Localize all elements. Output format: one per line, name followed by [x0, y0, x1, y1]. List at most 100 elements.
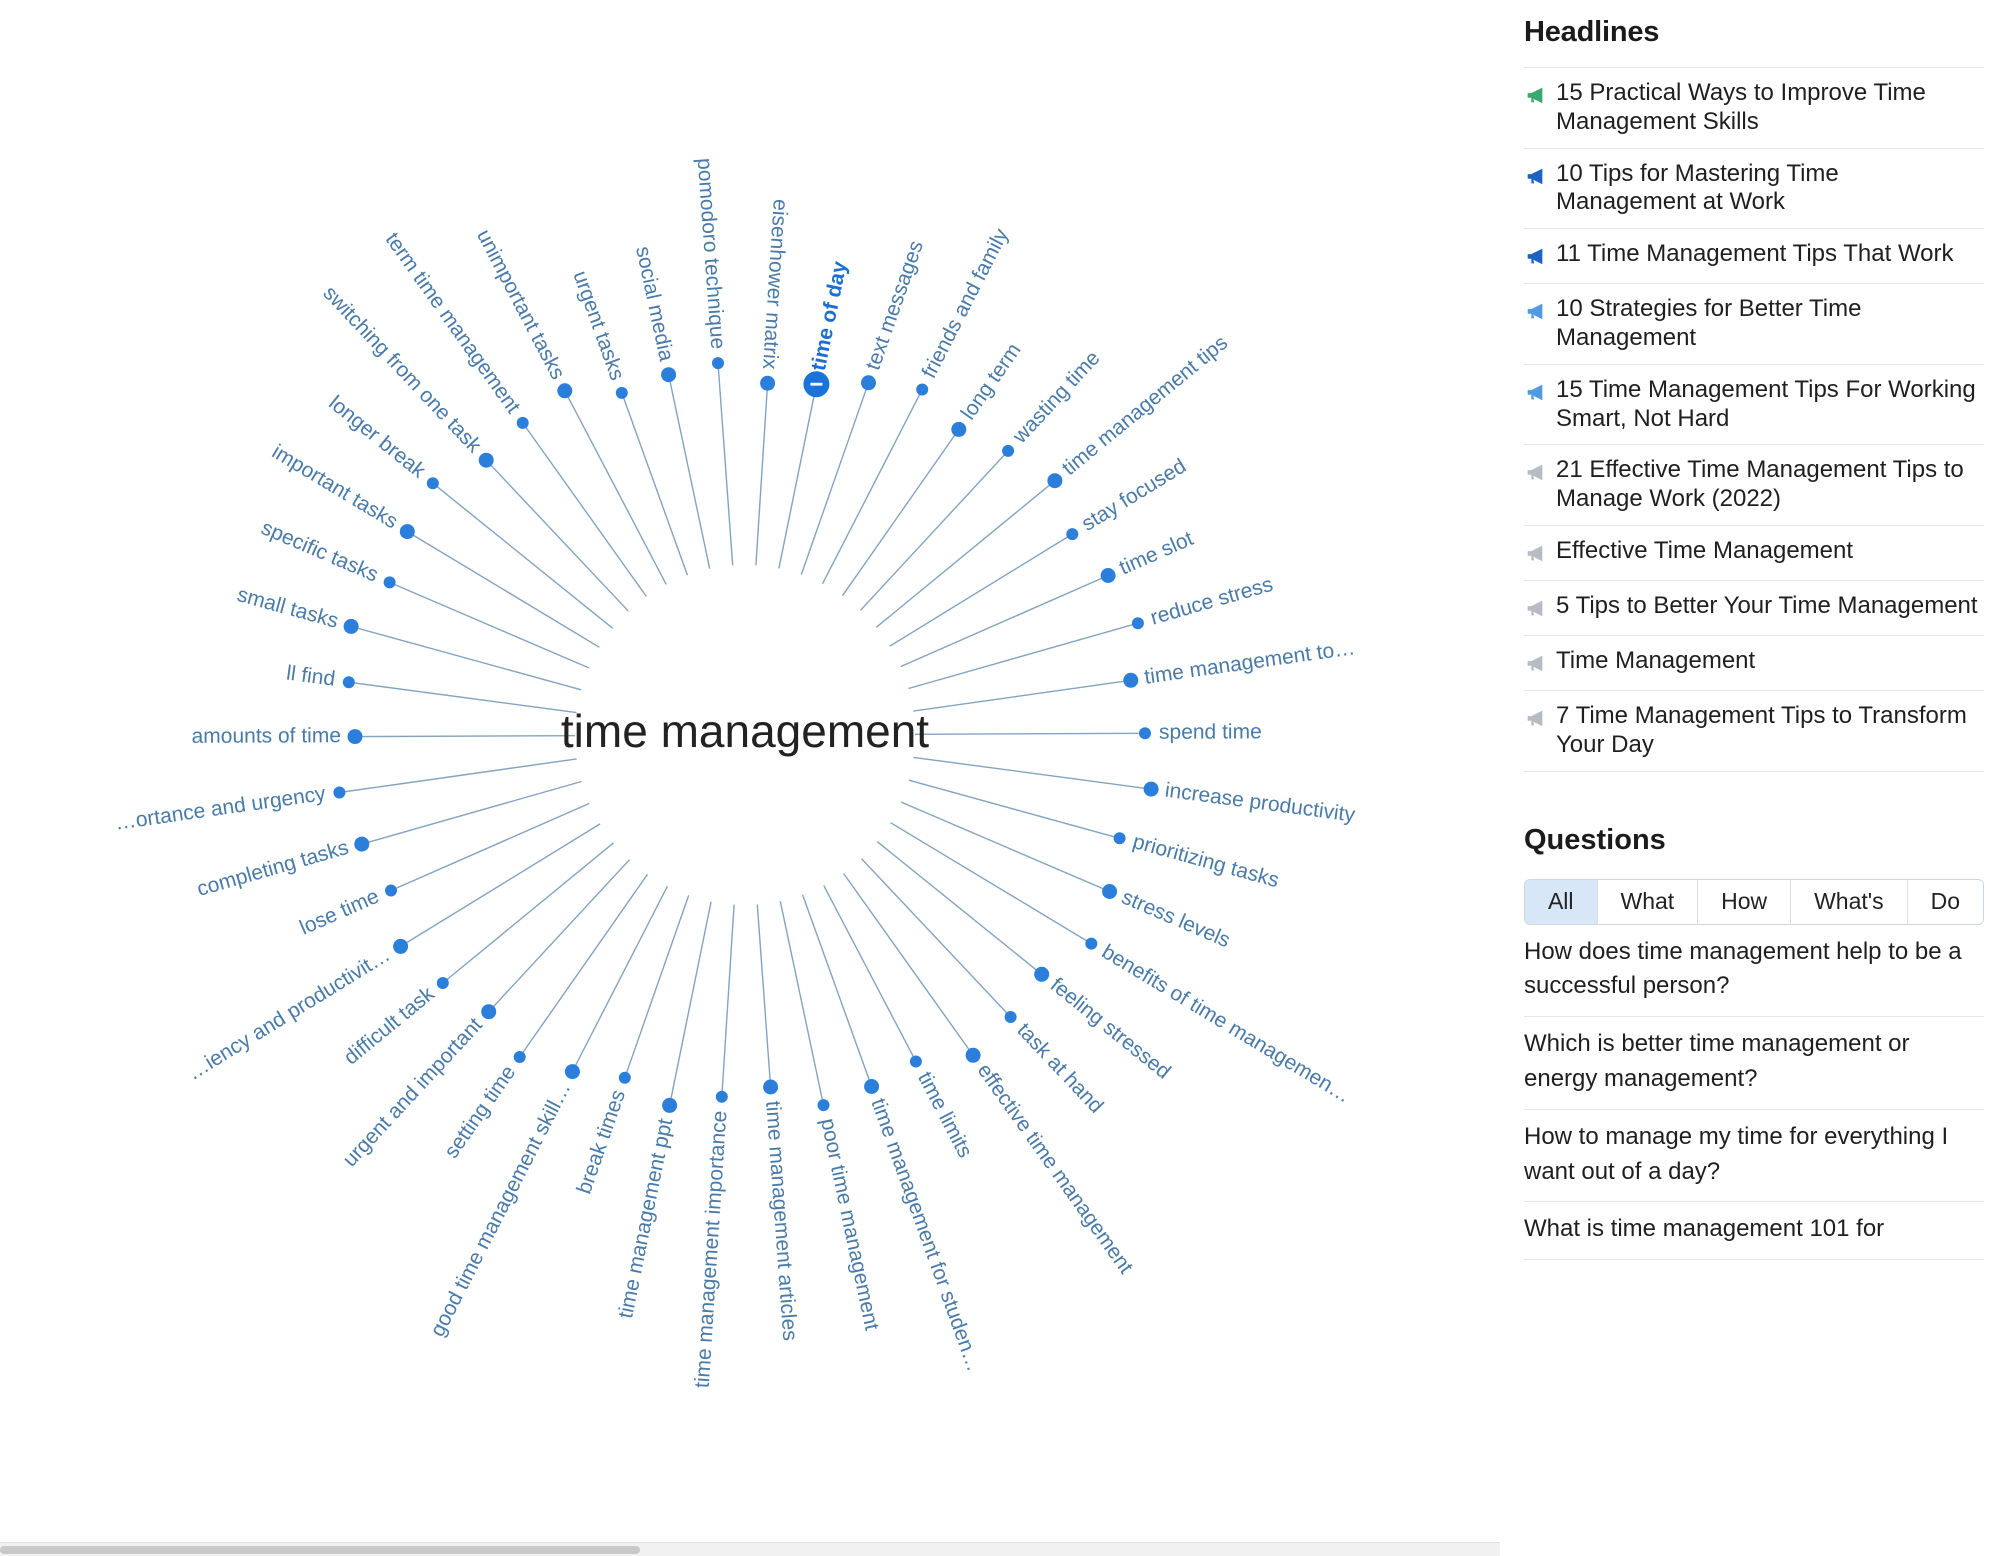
graph-node-label[interactable]: time management ppt	[614, 1116, 677, 1320]
graph-node[interactable]	[354, 836, 370, 852]
graph-node[interactable]	[383, 576, 396, 589]
headline-item[interactable]: Effective Time Management	[1524, 526, 1984, 581]
question-item[interactable]: How does time management help to be a su…	[1524, 925, 1984, 1018]
headline-item[interactable]: 15 Practical Ways to Improve Time Manage…	[1524, 67, 1984, 149]
graph-node-label[interactable]: setting time	[440, 1061, 520, 1162]
graph-node[interactable]	[1002, 444, 1015, 457]
graph-node[interactable]	[661, 367, 677, 383]
graph-node-label[interactable]: benefits of time managemen…	[1098, 940, 1355, 1107]
graph-node-label[interactable]: stress levels	[1118, 886, 1233, 953]
graph-node-label[interactable]: amounts of time	[192, 724, 342, 748]
graph-node-label[interactable]: ll find	[285, 662, 337, 691]
graph-node[interactable]	[763, 1079, 779, 1095]
graph-node[interactable]	[393, 938, 409, 954]
radial-keyword-graph[interactable]: time management time of day text messages…	[0, 0, 1500, 1556]
graph-node-label[interactable]: poor time management	[816, 1116, 883, 1332]
graph-node-label[interactable]: eisenhower matrix	[758, 198, 792, 370]
graph-node[interactable]	[916, 383, 929, 396]
headline-item[interactable]: 15 Time Management Tips For Working Smar…	[1524, 365, 1984, 446]
graph-node-label[interactable]: specific tasks	[258, 516, 382, 586]
graph-node[interactable]	[333, 786, 346, 799]
scrollbar-thumb[interactable]	[0, 1546, 640, 1554]
graph-node[interactable]	[1047, 473, 1063, 489]
headline-item[interactable]: 21 Effective Time Management Tips to Man…	[1524, 445, 1984, 526]
graph-node-label[interactable]: break times	[572, 1087, 630, 1197]
graph-node[interactable]	[564, 1064, 580, 1080]
graph-node[interactable]	[385, 884, 397, 897]
graph-node[interactable]	[864, 1079, 880, 1094]
question-tab-do[interactable]: Do	[1907, 879, 1983, 924]
graph-node[interactable]	[615, 386, 628, 399]
graph-node-label[interactable]: time management articles	[761, 1100, 801, 1341]
graph-node[interactable]	[557, 383, 573, 399]
question-item[interactable]: How to manage my time for everything I w…	[1524, 1110, 1984, 1203]
graph-node[interactable]	[861, 375, 876, 391]
graph-node[interactable]	[399, 524, 415, 540]
graph-node-label[interactable]: time management importance	[691, 1110, 732, 1389]
graph-node[interactable]	[1100, 568, 1116, 583]
graph-node[interactable]	[1102, 884, 1118, 899]
graph-node-label[interactable]: time slot	[1116, 527, 1197, 580]
graph-node[interactable]	[481, 1004, 497, 1020]
headline-item[interactable]: Time Management	[1524, 636, 1984, 691]
graph-node[interactable]	[343, 618, 359, 634]
graph-node-label[interactable]: increase productivity	[1164, 779, 1357, 827]
question-item[interactable]: Which is better time management or energ…	[1524, 1017, 1984, 1110]
question-filter-tabs[interactable]: All What How What's Do	[1524, 878, 1984, 925]
question-item[interactable]: What is time management 101 for	[1524, 1202, 1984, 1261]
graph-node-label[interactable]: small tasks	[235, 583, 341, 633]
question-tab-all[interactable]: All	[1525, 879, 1598, 924]
headline-item[interactable]: 10 Tips for Mastering Time Management at…	[1524, 149, 1984, 230]
horizontal-scrollbar[interactable]	[0, 1542, 1500, 1556]
graph-node[interactable]	[618, 1071, 631, 1084]
headline-item[interactable]: 5 Tips to Better Your Time Management	[1524, 581, 1984, 636]
graph-canvas[interactable]: time management time of day text messages…	[0, 0, 1500, 1556]
graph-node[interactable]	[1004, 1011, 1017, 1023]
question-tab-how[interactable]: How	[1698, 879, 1792, 924]
headline-item[interactable]: 11 Time Management Tips That Work	[1524, 229, 1984, 285]
graph-node-label[interactable]: …ortance and urgency	[113, 782, 327, 835]
graph-node-label[interactable]: stay focused	[1078, 454, 1191, 535]
graph-node[interactable]	[1085, 937, 1098, 950]
graph-node-label[interactable]: time limits	[913, 1068, 977, 1161]
graph-node-label[interactable]: social media	[631, 244, 678, 363]
graph-node[interactable]	[909, 1055, 922, 1068]
graph-node[interactable]	[1131, 617, 1144, 630]
graph-node-label[interactable]: reduce stress	[1148, 573, 1276, 630]
graph-node-label[interactable]: wasting time	[1008, 347, 1105, 449]
graph-node[interactable]	[516, 416, 529, 429]
graph-node[interactable]	[436, 977, 449, 989]
graph-node[interactable]	[662, 1097, 678, 1113]
graph-node-label[interactable]: completing tasks	[194, 836, 351, 901]
graph-node[interactable]	[1034, 966, 1050, 982]
graph-node[interactable]	[342, 676, 355, 689]
question-tab-what[interactable]: What	[1597, 879, 1699, 924]
graph-node-label[interactable]: difficult task	[340, 982, 439, 1069]
graph-node-label[interactable]: urgent tasks	[568, 268, 628, 383]
graph-node-label[interactable]: time management to…	[1143, 636, 1357, 689]
graph-node-label[interactable]: …iency and productivit…	[183, 943, 394, 1085]
headline-item[interactable]: 7 Time Management Tips to Transform Your…	[1524, 691, 1984, 772]
graph-node-label[interactable]: good time management skill…	[426, 1078, 575, 1340]
graph-node[interactable]	[347, 729, 363, 745]
graph-node-label[interactable]: switching from one task	[318, 282, 486, 458]
graph-node[interactable]	[1139, 727, 1151, 740]
graph-node[interactable]	[951, 421, 967, 437]
graph-node-label[interactable]: task at hand	[1013, 1019, 1108, 1118]
graph-node[interactable]	[1066, 528, 1079, 541]
graph-node-label[interactable]: spend time	[1159, 720, 1262, 743]
graph-node[interactable]	[712, 357, 724, 370]
graph-node-label[interactable]: text messages	[861, 238, 928, 373]
graph-node-label[interactable]: time of day	[807, 259, 852, 373]
graph-node[interactable]	[760, 375, 776, 391]
graph-node[interactable]	[1123, 672, 1139, 688]
graph-node[interactable]	[513, 1051, 526, 1063]
headline-item[interactable]: 10 Strategies for Better Time Management	[1524, 284, 1984, 365]
graph-node[interactable]	[1113, 832, 1126, 845]
graph-node-label[interactable]: effective time management	[973, 1059, 1138, 1278]
graph-node-label[interactable]: prioritizing tasks	[1130, 830, 1281, 892]
graph-node[interactable]	[426, 477, 439, 490]
question-tab-whats[interactable]: What's	[1791, 879, 1908, 924]
graph-node[interactable]	[817, 1099, 830, 1112]
graph-node[interactable]	[478, 452, 494, 468]
